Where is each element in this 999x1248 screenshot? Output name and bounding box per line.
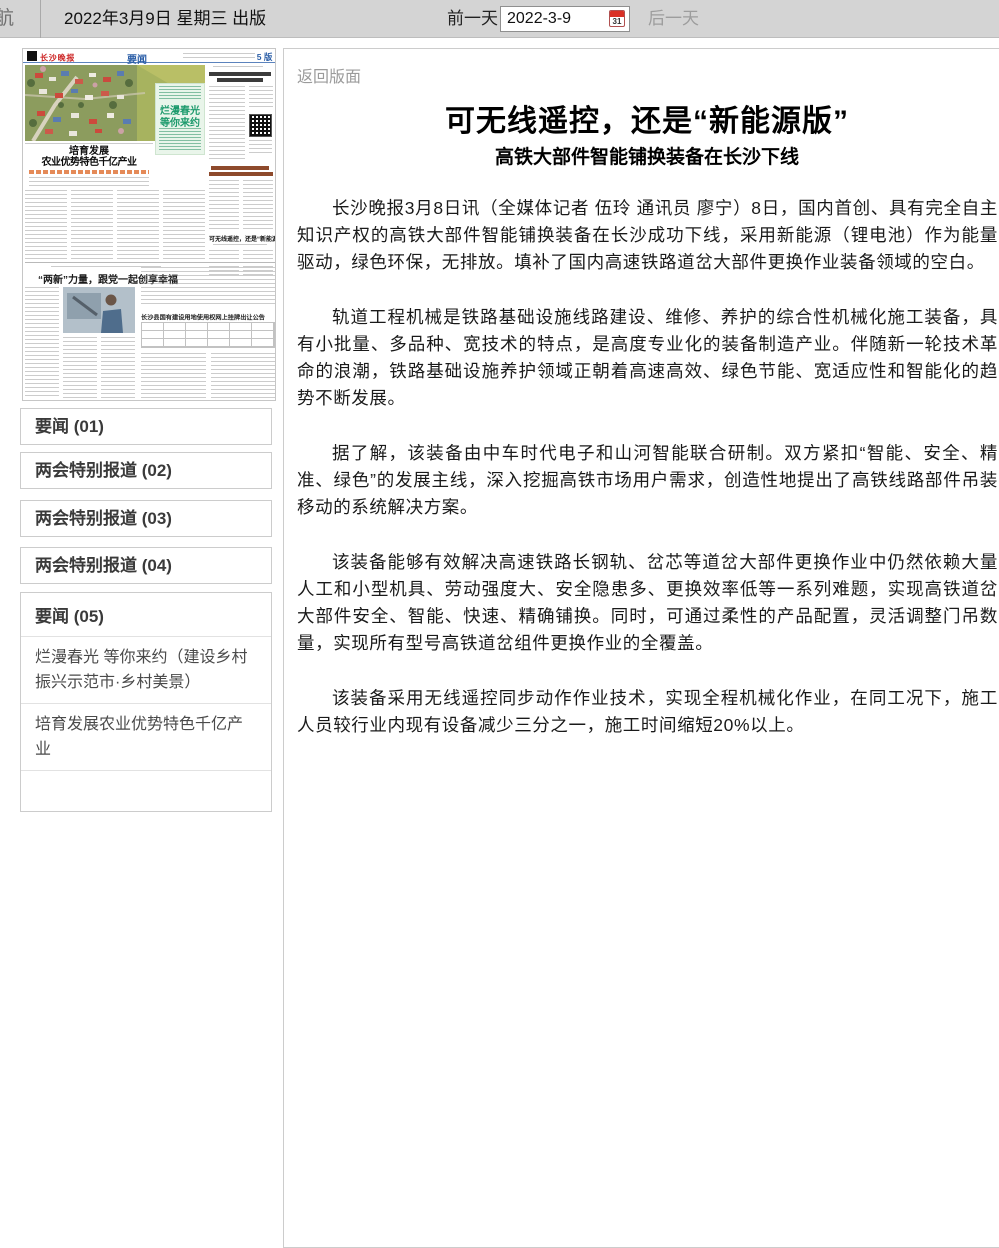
article-paragraph: 长沙晚报3月8日讯（全媒体记者 伍玲 通讯员 廖宁）8日，国内首创、具有完全自主… bbox=[297, 195, 998, 276]
thumb-body-columns bbox=[25, 190, 205, 260]
article-body: 长沙晚报3月8日讯（全媒体记者 伍玲 通讯员 廖宁）8日，国内首创、具有完全自主… bbox=[297, 195, 998, 739]
thumb-right-column: 可无线遥控，还是“新能源版” bbox=[209, 66, 275, 262]
thumb-masthead: 长沙晚报 要闻 5 版 bbox=[23, 49, 275, 63]
next-day-button[interactable]: 后一天 bbox=[648, 0, 699, 38]
publish-date-label: 2022年3月9日 星期三 出版 bbox=[64, 0, 266, 38]
date-picker: 31 bbox=[500, 6, 630, 32]
thumb-notice-table bbox=[141, 322, 275, 348]
sidebar-item-lianghui-04[interactable]: 两会特别报道 (04) bbox=[20, 547, 272, 584]
newspaper-logo-icon bbox=[27, 51, 37, 61]
back-to-page-link[interactable]: 返回版面 bbox=[297, 63, 361, 87]
sidebar-item-lianghui-02[interactable]: 两会特别报道 (02) bbox=[20, 452, 272, 489]
thumb-main-headline: 培育发展 农业优势特色千亿产业 bbox=[27, 146, 151, 168]
date-nav-bar: 导航 2022年3月9日 星期三 出版 前一天 31 后一天 bbox=[0, 0, 999, 38]
sidebar-section-yaowen-05: 要闻 (05) 烂漫春光 等你来约（建设乡村振兴示范市·乡村美景） 培育发展农业… bbox=[20, 592, 272, 812]
sidebar-section-header[interactable]: 要闻 (05) bbox=[21, 593, 271, 637]
thumb-section-label: 要闻 bbox=[127, 51, 147, 66]
article-paragraph: 轨道工程机械是铁路基础设施线路建设、维修、养护的综合性机械化施工装备，具有小批量… bbox=[297, 304, 998, 412]
green-box-title-line2: 等你来约 bbox=[156, 114, 204, 129]
article-paragraph: 据了解，该装备由中车时代电子和山河智能联合研制。双方紧扣“智能、安全、精准、绿色… bbox=[297, 440, 998, 521]
newspaper-name: 长沙晚报 bbox=[40, 51, 75, 63]
thumb-current-article-headline: 可无线遥控，还是“新能源版” bbox=[209, 234, 275, 243]
thumb-worker-photo bbox=[63, 287, 135, 333]
prev-day-button[interactable]: 前一天 bbox=[447, 0, 498, 38]
sidebar-item-yaowen-01[interactable]: 要闻 (01) bbox=[20, 408, 272, 445]
page-thumbnail[interactable]: 长沙晚报 要闻 5 版 bbox=[22, 48, 276, 401]
sidebar-article-link[interactable]: 烂漫春光 等你来约（建设乡村振兴示范市·乡村美景） bbox=[21, 637, 271, 704]
thumb-page-number: 5 版 bbox=[256, 50, 272, 63]
calendar-icon[interactable]: 31 bbox=[609, 10, 625, 27]
article-paragraph: 该装备能够有效解决高速铁路长钢轨、岔芯等道岔大部件更换作业中仍然依赖大量人工和小… bbox=[297, 549, 998, 657]
article-subtitle: 高铁大部件智能铺换装备在长沙下线 bbox=[297, 146, 997, 169]
article-paragraph: 该装备采用无线遥控同步动作作业技术，实现全程机械化作业，在同工况下，施工人员较行… bbox=[297, 685, 998, 739]
qr-code-icon bbox=[249, 114, 272, 137]
thumb-masthead-meta bbox=[183, 53, 255, 59]
nav-menu-partial[interactable]: 导航 bbox=[0, 0, 14, 38]
article-title: 可无线遥控，还是“新能源版” bbox=[297, 105, 997, 139]
sidebar-article-link[interactable]: 培育发展农业优势特色千亿产业 bbox=[21, 704, 271, 771]
thumb-notice-headline: 长沙县国有建设用地使用权网上挂牌出让公告 bbox=[141, 312, 228, 321]
sidebar-item-lianghui-03[interactable]: 两会特别报道 (03) bbox=[20, 500, 272, 537]
article-panel: 返回版面 可无线遥控，还是“新能源版” 高铁大部件智能铺换装备在长沙下线 长沙晚… bbox=[283, 48, 999, 1248]
thumb-green-feature-box: 烂漫春光 等你来约 bbox=[155, 83, 205, 155]
topbar-divider bbox=[40, 0, 41, 38]
thumb-orange-subhead bbox=[29, 170, 149, 174]
